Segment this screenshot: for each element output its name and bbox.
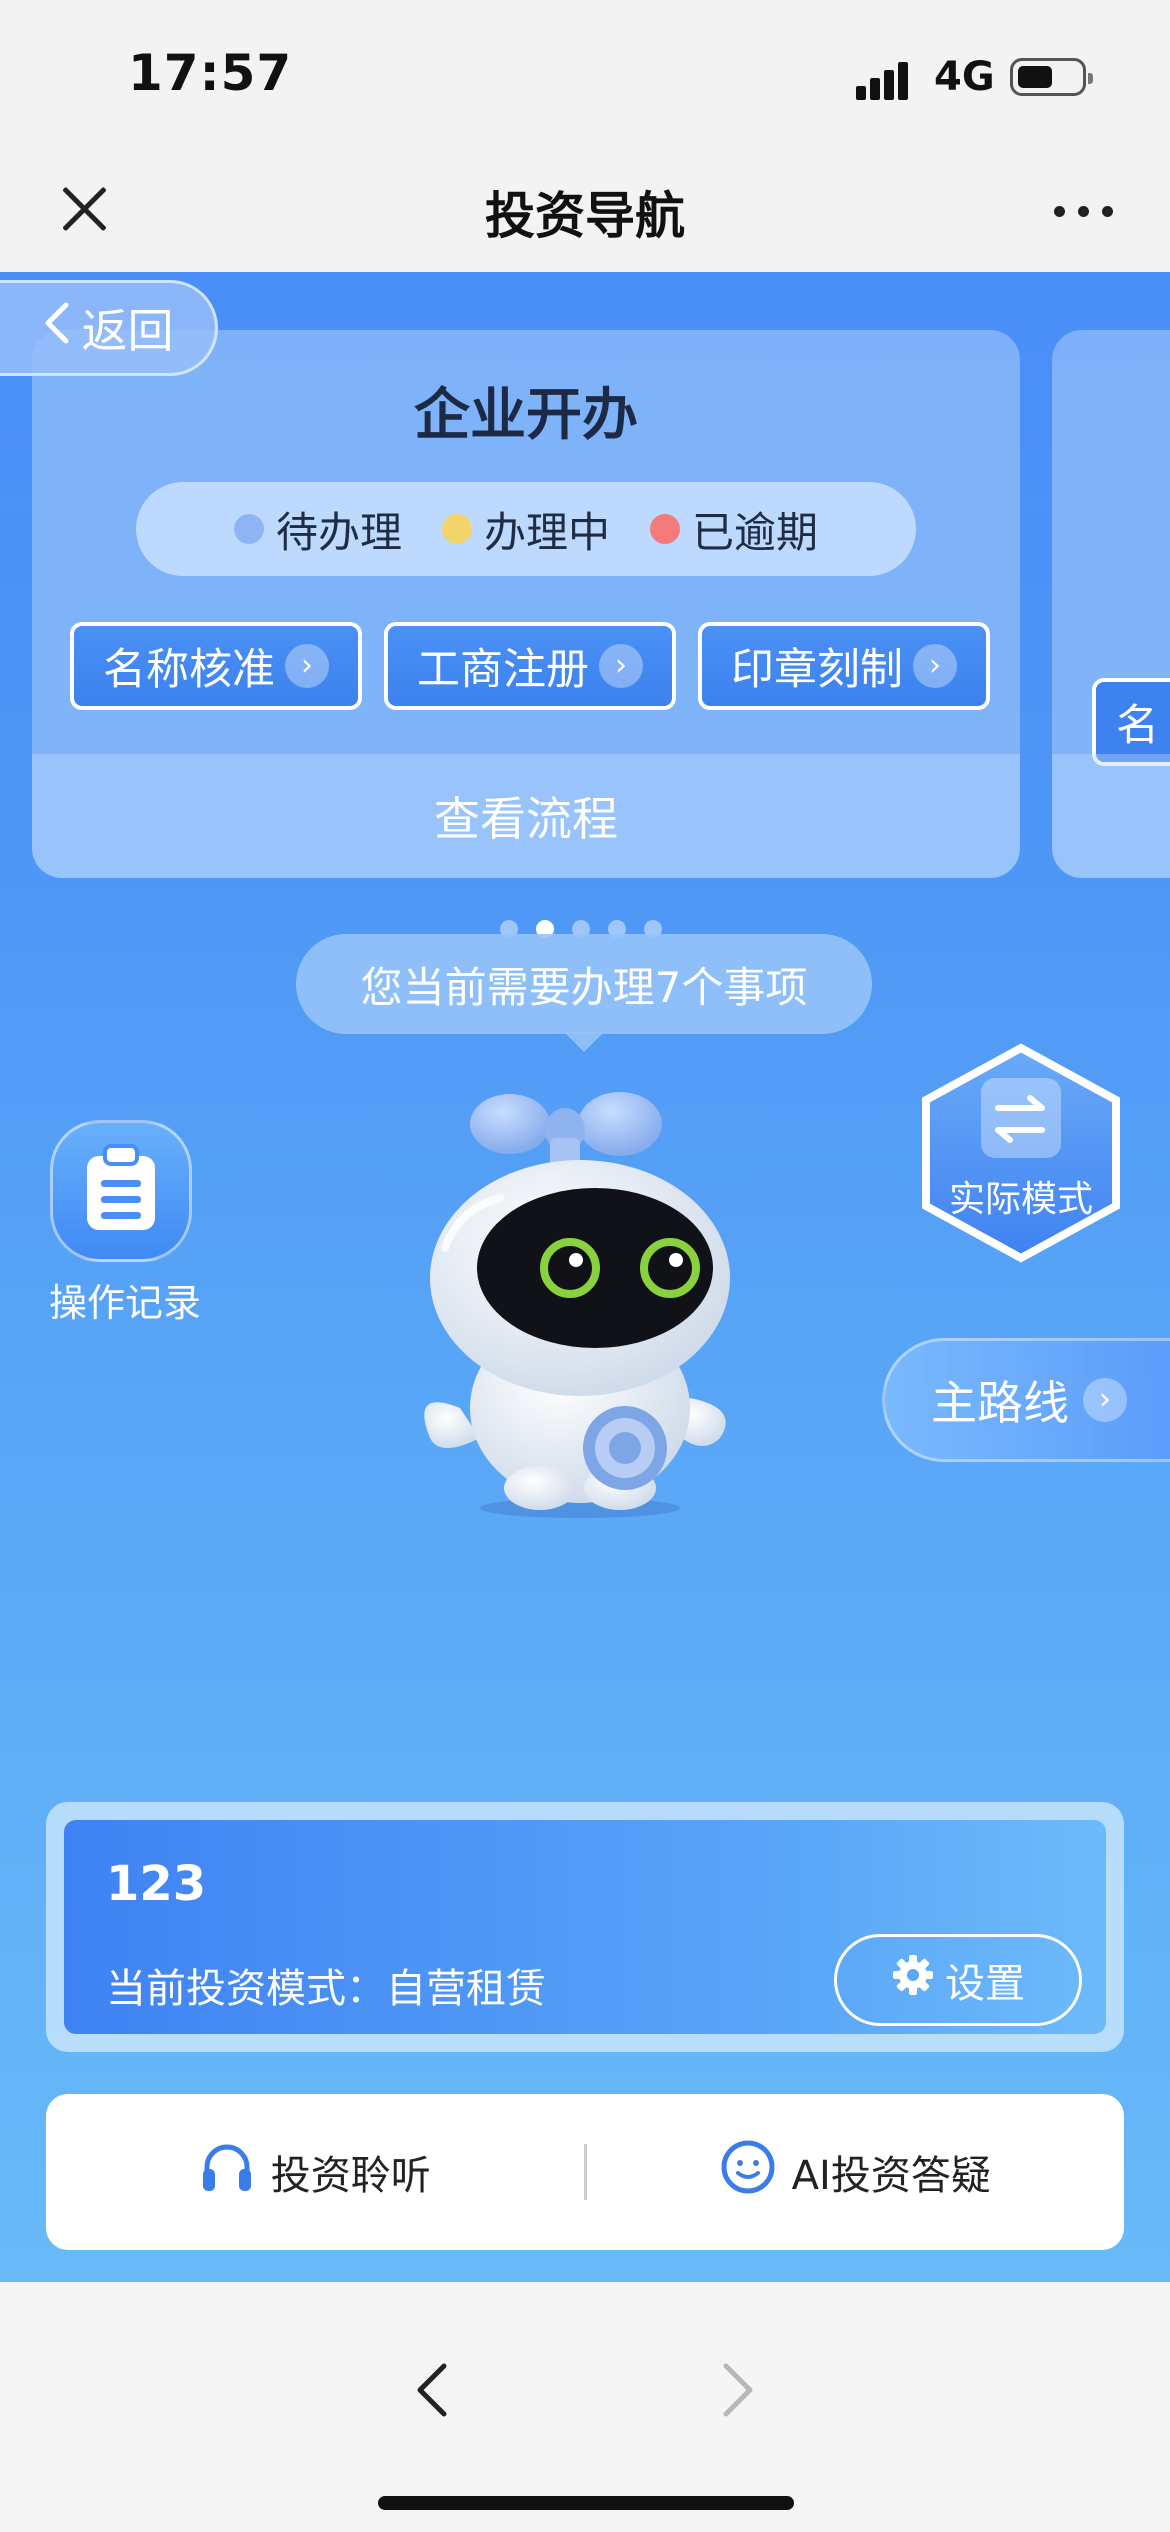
browser-toolbar	[0, 2282, 1170, 2532]
step-list: 名称核准 › 工商注册 › 印章刻制 ›	[70, 622, 990, 710]
legend-item-processing: 办理中	[441, 499, 610, 560]
settings-button[interactable]: 设置	[834, 1934, 1082, 2026]
bubble-text: 您当前需要办理7个事项	[360, 962, 808, 1012]
chevron-right-icon: ›	[913, 644, 957, 688]
legend-label: 办理中	[483, 507, 610, 557]
headphones-icon	[199, 2141, 255, 2203]
clipboard-icon	[83, 1144, 159, 1238]
back-label: 返回	[81, 304, 174, 358]
status-bar: 17:57 4G	[0, 0, 1170, 150]
card-title: 企业开办	[414, 383, 638, 448]
pending-dot-icon	[233, 514, 264, 544]
investment-mode: 当前投资模式：自营租赁	[106, 1966, 546, 2012]
settings-label: 设置	[945, 1961, 1025, 2007]
gear-icon	[891, 1953, 935, 2007]
legend-label: 已逾期	[692, 507, 819, 557]
view-process-button[interactable]: 查看流程	[32, 754, 1020, 878]
more-icon[interactable]	[1054, 194, 1116, 224]
main-route-button[interactable]: 主路线 ›	[882, 1338, 1170, 1462]
navigation-bar: 投资导航	[0, 150, 1170, 272]
operation-record-button[interactable]	[50, 1120, 192, 1262]
home-indicator[interactable]	[378, 2496, 794, 2510]
listen-label: 投资聆听	[270, 2153, 431, 2199]
mode-toggle-button[interactable]	[918, 1042, 1124, 1264]
legend-item-overdue: 已逾期	[650, 499, 818, 560]
robot-mascot[interactable]	[400, 1088, 760, 1518]
page-title: 投资导航	[485, 187, 685, 245]
operation-record-label: 操作记录	[48, 1281, 201, 1325]
back-arrow-icon[interactable]	[412, 2352, 452, 2438]
process-card: 企业开办 待办理 办理中 已逾期 名称核准 › 工商注册 › 印章刻制 › 查看…	[32, 330, 1020, 878]
chevron-right-icon: ›	[285, 644, 329, 688]
signal-icon	[856, 58, 916, 100]
speech-bubble: 您当前需要办理7个事项	[296, 934, 872, 1052]
step-label: 工商注册	[417, 645, 589, 695]
chevron-right-icon: ›	[599, 644, 643, 688]
step-seal-engraving[interactable]: 印章刻制 ›	[698, 622, 990, 710]
ai-qa-button[interactable]: AI投资答疑	[587, 2139, 1125, 2205]
mode-toggle-label: 实际模式	[948, 1179, 1093, 1220]
step-label: 印章刻制	[731, 645, 903, 695]
network-type: 4G	[934, 54, 995, 100]
main-area: 返回 企业开办 待办理 办理中 已逾期 名称核准 › 工商注册 › 印章刻制 ›…	[0, 272, 1170, 2282]
step-label: 名称核准	[103, 645, 275, 695]
processing-dot-icon	[441, 514, 472, 544]
legend-item-pending: 待办理	[233, 499, 402, 560]
status-time: 17:57	[128, 44, 293, 102]
chevron-right-icon: ›	[1083, 1378, 1127, 1422]
legend-label: 待办理	[275, 507, 402, 557]
back-button[interactable]: 返回	[0, 280, 218, 376]
view-process-label: 查看流程	[434, 792, 618, 846]
forward-arrow-icon[interactable]	[718, 2352, 758, 2438]
smile-chat-icon	[720, 2139, 776, 2205]
status-legend: 待办理 办理中 已逾期	[136, 482, 916, 576]
next-process-card[interactable]: 名	[1052, 330, 1170, 878]
action-bar: 投资聆听 AI投资答疑	[46, 2094, 1124, 2250]
step-business-registration[interactable]: 工商注册 ›	[384, 622, 676, 710]
partial-step: 名	[1092, 678, 1170, 766]
investment-info-card: 123 当前投资模式：自营租赁 设置	[46, 1802, 1124, 2052]
chevron-left-icon	[42, 301, 72, 356]
investment-listen-button[interactable]: 投资聆听	[46, 2141, 584, 2203]
main-route-label: 主路线	[931, 1376, 1069, 1430]
overdue-dot-icon	[650, 514, 680, 544]
battery-icon	[1010, 58, 1093, 96]
ai-qa-label: AI投资答疑	[791, 2153, 991, 2199]
step-name-approval[interactable]: 名称核准 ›	[70, 622, 362, 710]
project-name: 123	[106, 1856, 207, 1912]
